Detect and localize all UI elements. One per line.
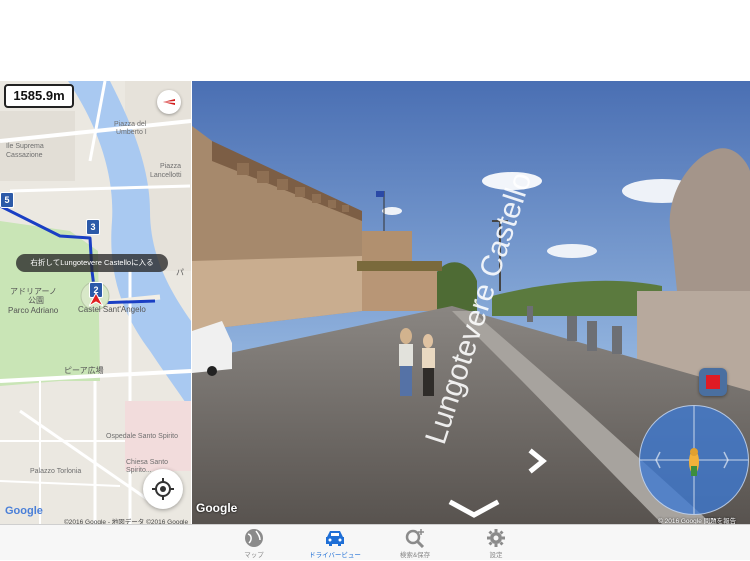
current-position-arrow-icon <box>89 293 103 307</box>
view-control-joystick[interactable] <box>639 405 749 515</box>
map-label: Palazzo Torlonia <box>30 468 82 475</box>
map-label: Ile Suprema <box>6 143 44 150</box>
map-pane[interactable]: 1585.9m Piazza del Umberto I Ile Suprema… <box>0 81 191 524</box>
tab-settings[interactable]: 設定 <box>461 525 531 561</box>
map-label: ピーア広場 <box>64 366 104 375</box>
map-label: Piazza del <box>114 121 147 128</box>
street-view-google-logo: Google <box>196 501 238 515</box>
tab-label: 設定 <box>489 552 503 559</box>
globe-icon <box>245 529 263 547</box>
stop-icon <box>706 375 720 389</box>
google-logo: Google <box>5 505 43 517</box>
gear-icon <box>487 529 505 547</box>
map-label: Parco Adriano <box>8 306 59 315</box>
map-label: アドリアーノ <box>10 287 58 296</box>
compass-icon[interactable] <box>157 90 181 114</box>
car-icon <box>326 531 344 546</box>
tab-label: 検索&保存 <box>399 552 431 559</box>
map-copyright: ©2016 Google - 地図データ ©2016 Google <box>64 519 189 524</box>
tab-driver-view[interactable]: ドライバービュー <box>300 525 370 561</box>
street-view-copyright[interactable]: © 2016 Google 問題を報告 <box>658 515 736 524</box>
map-label: Piazza <box>160 163 182 170</box>
tab-label: ドライバービュー <box>309 552 361 559</box>
tab-map[interactable]: マップ <box>219 525 289 561</box>
turn-instruction-tooltip: 右折してLungotevere Castelloに入る <box>16 254 168 272</box>
distance-readout: 1585.9m <box>4 84 74 108</box>
map-label: Ospedale Santo Spirito <box>106 433 178 440</box>
map-label: Cassazione <box>6 152 43 159</box>
map-label: Castel Sant'Angelo <box>78 305 146 314</box>
tab-bar: マップ ドライバービュー 検索&保存 設定 <box>0 524 750 560</box>
route-marker[interactable]: 5 <box>0 192 14 208</box>
map-label: Umberto I <box>116 129 147 136</box>
map-label: Chiesa Santo <box>126 459 169 466</box>
locate-me-button[interactable] <box>143 469 183 509</box>
tab-label: マップ <box>244 552 264 559</box>
stop-button[interactable] <box>699 368 727 396</box>
map-label: 公園 <box>28 296 44 305</box>
search-plus-icon <box>405 529 425 548</box>
map-label: Lancellotti <box>150 172 182 179</box>
route-marker[interactable]: 3 <box>86 219 100 235</box>
tab-search-save[interactable]: 検索&保存 <box>380 525 450 561</box>
street-view-pane[interactable]: Lungotevere Castello Google © 2016 Googl… <box>192 81 750 524</box>
crosshair-icon <box>152 478 174 500</box>
map-label: パ <box>176 268 184 277</box>
